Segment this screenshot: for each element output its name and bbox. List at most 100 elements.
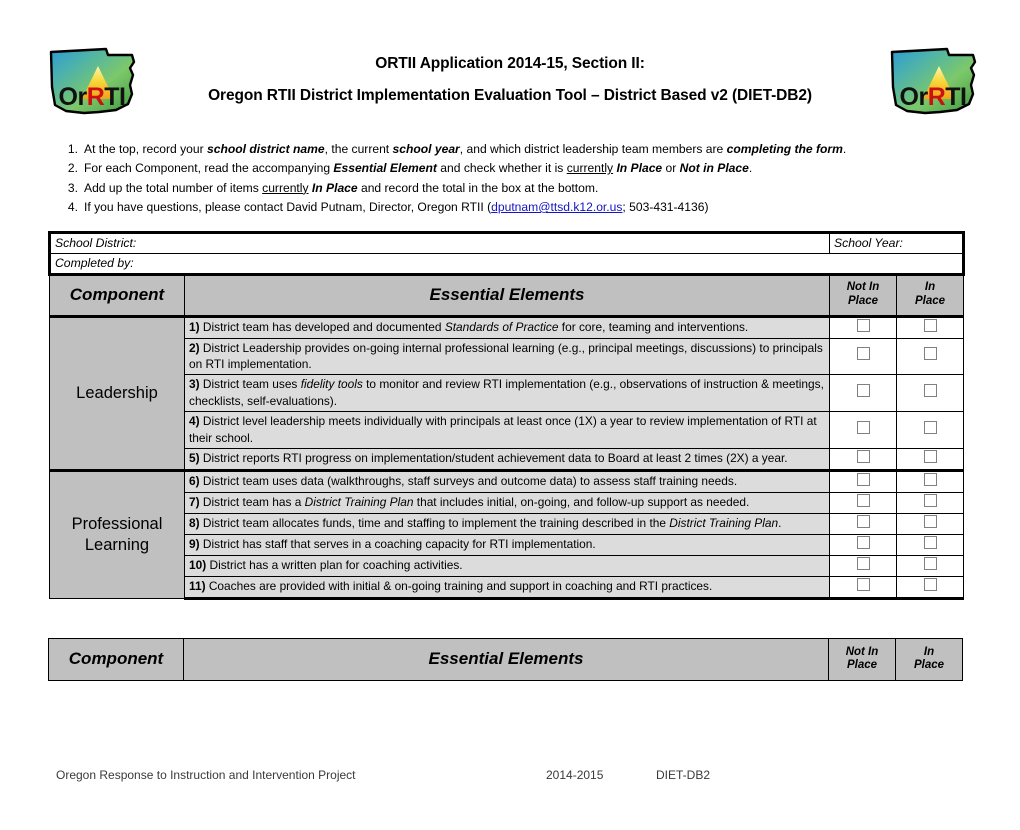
not-in-place-checkbox[interactable]: [856, 318, 870, 332]
header-in-place-2-line1: In: [923, 645, 935, 658]
not-in-place-checkbox-cell[interactable]: [829, 533, 897, 556]
not-in-place-checkbox[interactable]: [856, 535, 870, 549]
instruction-text: If you have questions, please contact Da…: [84, 200, 709, 215]
item-text: District has a written plan for coaching…: [209, 558, 463, 573]
orrti-logo-right: OrRTI: [885, 42, 981, 122]
item-number: 1): [189, 320, 200, 335]
in-place-checkbox-cell[interactable]: [895, 554, 965, 577]
header-not-in-place-line2: Place: [847, 295, 879, 307]
continuation-header-row: Component Essential Elements Not In Plac…: [48, 637, 963, 681]
school-year-label: School Year:: [834, 236, 903, 250]
essential-element-cell: 7) District team has a District Training…: [184, 491, 830, 514]
table-row: 10) District has a written plan for coac…: [50, 554, 965, 577]
continuation-header-table: Component Essential Elements Not In Plac…: [48, 637, 963, 681]
not-in-place-checkbox-cell[interactable]: [829, 468, 897, 493]
not-in-place-checkbox-cell[interactable]: [829, 314, 897, 339]
table-row: Professional Learning 6) District team use…: [49, 468, 965, 599]
item-number: 11): [189, 579, 206, 594]
evaluation-table: School District: School Year: Completed …: [47, 230, 966, 600]
instructions-list: 1. At the top, record your school distric…: [0, 140, 1020, 217]
item-text: District team has developed and document…: [202, 320, 749, 335]
item-number: 8): [189, 516, 200, 531]
header-in-place-2: In Place: [895, 637, 963, 681]
in-place-checkbox-cell[interactable]: [895, 314, 965, 339]
component-cell-2: Professional Learning: [49, 468, 185, 599]
not-in-place-checkbox[interactable]: [856, 421, 870, 435]
header-essential-elements-2: Essential Elements: [183, 637, 829, 681]
table-row: 11) Coaches are provided with initial & …: [50, 575, 965, 600]
footer-doc-code: DIET-DB2: [656, 768, 711, 782]
item-number: 4): [189, 414, 200, 429]
component-label: Leadership: [76, 383, 158, 402]
item-text: District reports RTI progress on impleme…: [202, 451, 788, 466]
in-place-checkbox[interactable]: [923, 449, 937, 463]
meta-row-district: School District: School Year:: [48, 230, 966, 254]
not-in-place-checkbox-cell[interactable]: [829, 575, 897, 600]
not-in-place-checkbox[interactable]: [856, 472, 870, 486]
essential-element-cell: 8) District team allocates funds, time a…: [184, 512, 830, 535]
in-place-checkbox-cell[interactable]: [895, 337, 965, 376]
in-place-checkbox-cell[interactable]: [895, 468, 965, 493]
in-place-checkbox-cell[interactable]: [895, 491, 965, 514]
in-place-checkbox[interactable]: [923, 318, 937, 332]
not-in-place-checkbox[interactable]: [856, 514, 870, 528]
school-district-field[interactable]: School District:: [48, 230, 830, 254]
school-year-field[interactable]: School Year:: [828, 230, 966, 254]
svg-text:OrRTI: OrRTI: [900, 83, 967, 111]
not-in-place-checkbox-cell[interactable]: [829, 447, 897, 472]
header-not-in-place: Not In Place: [829, 273, 897, 317]
table-header-row: Component Essential Elements Not In Plac…: [49, 273, 965, 317]
not-in-place-checkbox[interactable]: [856, 577, 870, 591]
instruction-item-1: 1. At the top, record your school distric…: [0, 140, 1020, 158]
in-place-checkbox-cell[interactable]: [895, 374, 965, 413]
header-in-place-2-line2: Place: [913, 659, 945, 672]
continuation-header-wrapper: Component Essential Elements Not In Plac…: [48, 637, 963, 681]
item-text: District team allocates funds, time and …: [202, 516, 782, 531]
completed-by-field[interactable]: Completed by:: [47, 252, 966, 276]
not-in-place-checkbox-cell[interactable]: [829, 491, 897, 514]
item-number: 7): [189, 495, 200, 510]
in-place-checkbox-cell[interactable]: [895, 411, 965, 449]
table-row: 9) District has staff that serves in a c…: [50, 533, 965, 556]
not-in-place-checkbox-cell[interactable]: [829, 374, 897, 413]
table-row: 5) District reports RTI progress on impl…: [50, 447, 965, 472]
in-place-checkbox-cell[interactable]: [895, 447, 965, 472]
completed-by-label: Completed by:: [55, 256, 134, 270]
orrti-oregon-logo-icon: OrRTI: [890, 47, 977, 115]
not-in-place-checkbox[interactable]: [856, 556, 870, 570]
email-link[interactable]: dputnam@ttsd.k12.or.us: [491, 200, 622, 214]
essential-element-cell: 10) District has a written plan for coac…: [184, 554, 830, 577]
not-in-place-checkbox-cell[interactable]: [829, 554, 897, 577]
essential-element-cell: 6) District team uses data (walkthroughs…: [184, 468, 830, 493]
instruction-text: For each Component, read the accompanyin…: [84, 161, 753, 176]
not-in-place-checkbox[interactable]: [856, 449, 870, 463]
in-place-checkbox[interactable]: [923, 577, 937, 591]
in-place-checkbox-cell[interactable]: [895, 533, 965, 556]
header-essential-elements: Essential Elements: [184, 273, 830, 317]
header-not-in-place-line1: Not In: [846, 281, 880, 294]
in-place-checkbox[interactable]: [923, 556, 937, 570]
in-place-checkbox[interactable]: [923, 535, 937, 549]
orrti-logo-left: OrRTI: [44, 42, 140, 122]
page-header: OrRTI ORTII Application 2014-15, Section…: [0, 42, 1020, 130]
not-in-place-checkbox-cell[interactable]: [829, 337, 897, 376]
in-place-checkbox-cell[interactable]: [895, 575, 965, 600]
in-place-checkbox[interactable]: [923, 347, 937, 361]
not-in-place-checkbox[interactable]: [856, 493, 870, 507]
table-row: 3) District team uses fidelity tools to …: [50, 374, 965, 413]
not-in-place-checkbox[interactable]: [856, 384, 870, 398]
header-in-place-line1: In: [924, 281, 936, 294]
in-place-checkbox[interactable]: [923, 493, 937, 507]
in-place-checkbox-cell[interactable]: [895, 512, 965, 535]
document-title: ORTII Application 2014-15, Section II: O…: [150, 52, 870, 108]
in-place-checkbox[interactable]: [923, 421, 937, 435]
footer-project-name: Oregon Response to Instruction and Inter…: [56, 768, 356, 782]
not-in-place-checkbox-cell[interactable]: [829, 512, 897, 535]
meta-row-completed-by: Completed by:: [47, 252, 966, 276]
not-in-place-checkbox-cell[interactable]: [829, 411, 897, 449]
title-line-2: Oregon RTII District Implementation Eval…: [208, 87, 812, 105]
not-in-place-checkbox[interactable]: [856, 347, 870, 361]
in-place-checkbox[interactable]: [923, 514, 937, 528]
in-place-checkbox[interactable]: [923, 384, 937, 398]
in-place-checkbox[interactable]: [923, 472, 937, 486]
